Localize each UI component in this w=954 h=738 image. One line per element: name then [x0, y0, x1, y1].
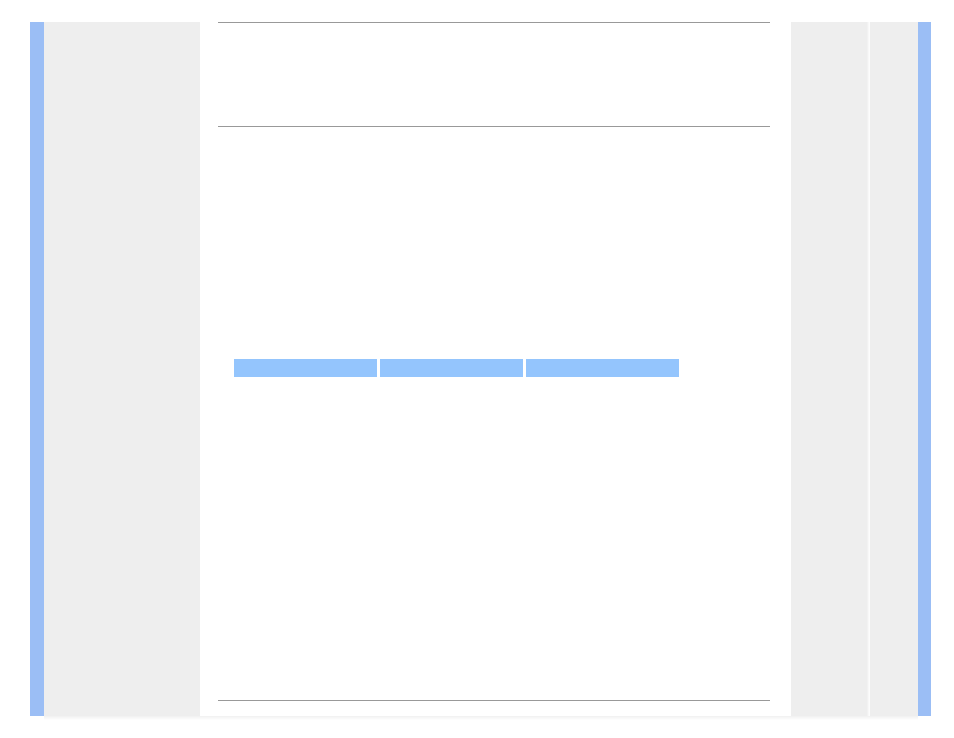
right-panel-1 — [791, 22, 866, 716]
divider-top — [218, 22, 770, 23]
right-accent-bar — [918, 22, 931, 716]
tab-1[interactable] — [234, 359, 377, 377]
bottom-shadow — [44, 716, 918, 720]
divider-bottom — [218, 700, 770, 701]
tab-2[interactable] — [380, 359, 523, 377]
left-sidebar-panel — [44, 22, 200, 716]
tab-3[interactable] — [526, 359, 679, 377]
right-panel-2 — [870, 22, 918, 716]
divider-middle — [218, 126, 770, 127]
tab-row — [234, 359, 679, 377]
left-accent-bar — [30, 22, 44, 716]
